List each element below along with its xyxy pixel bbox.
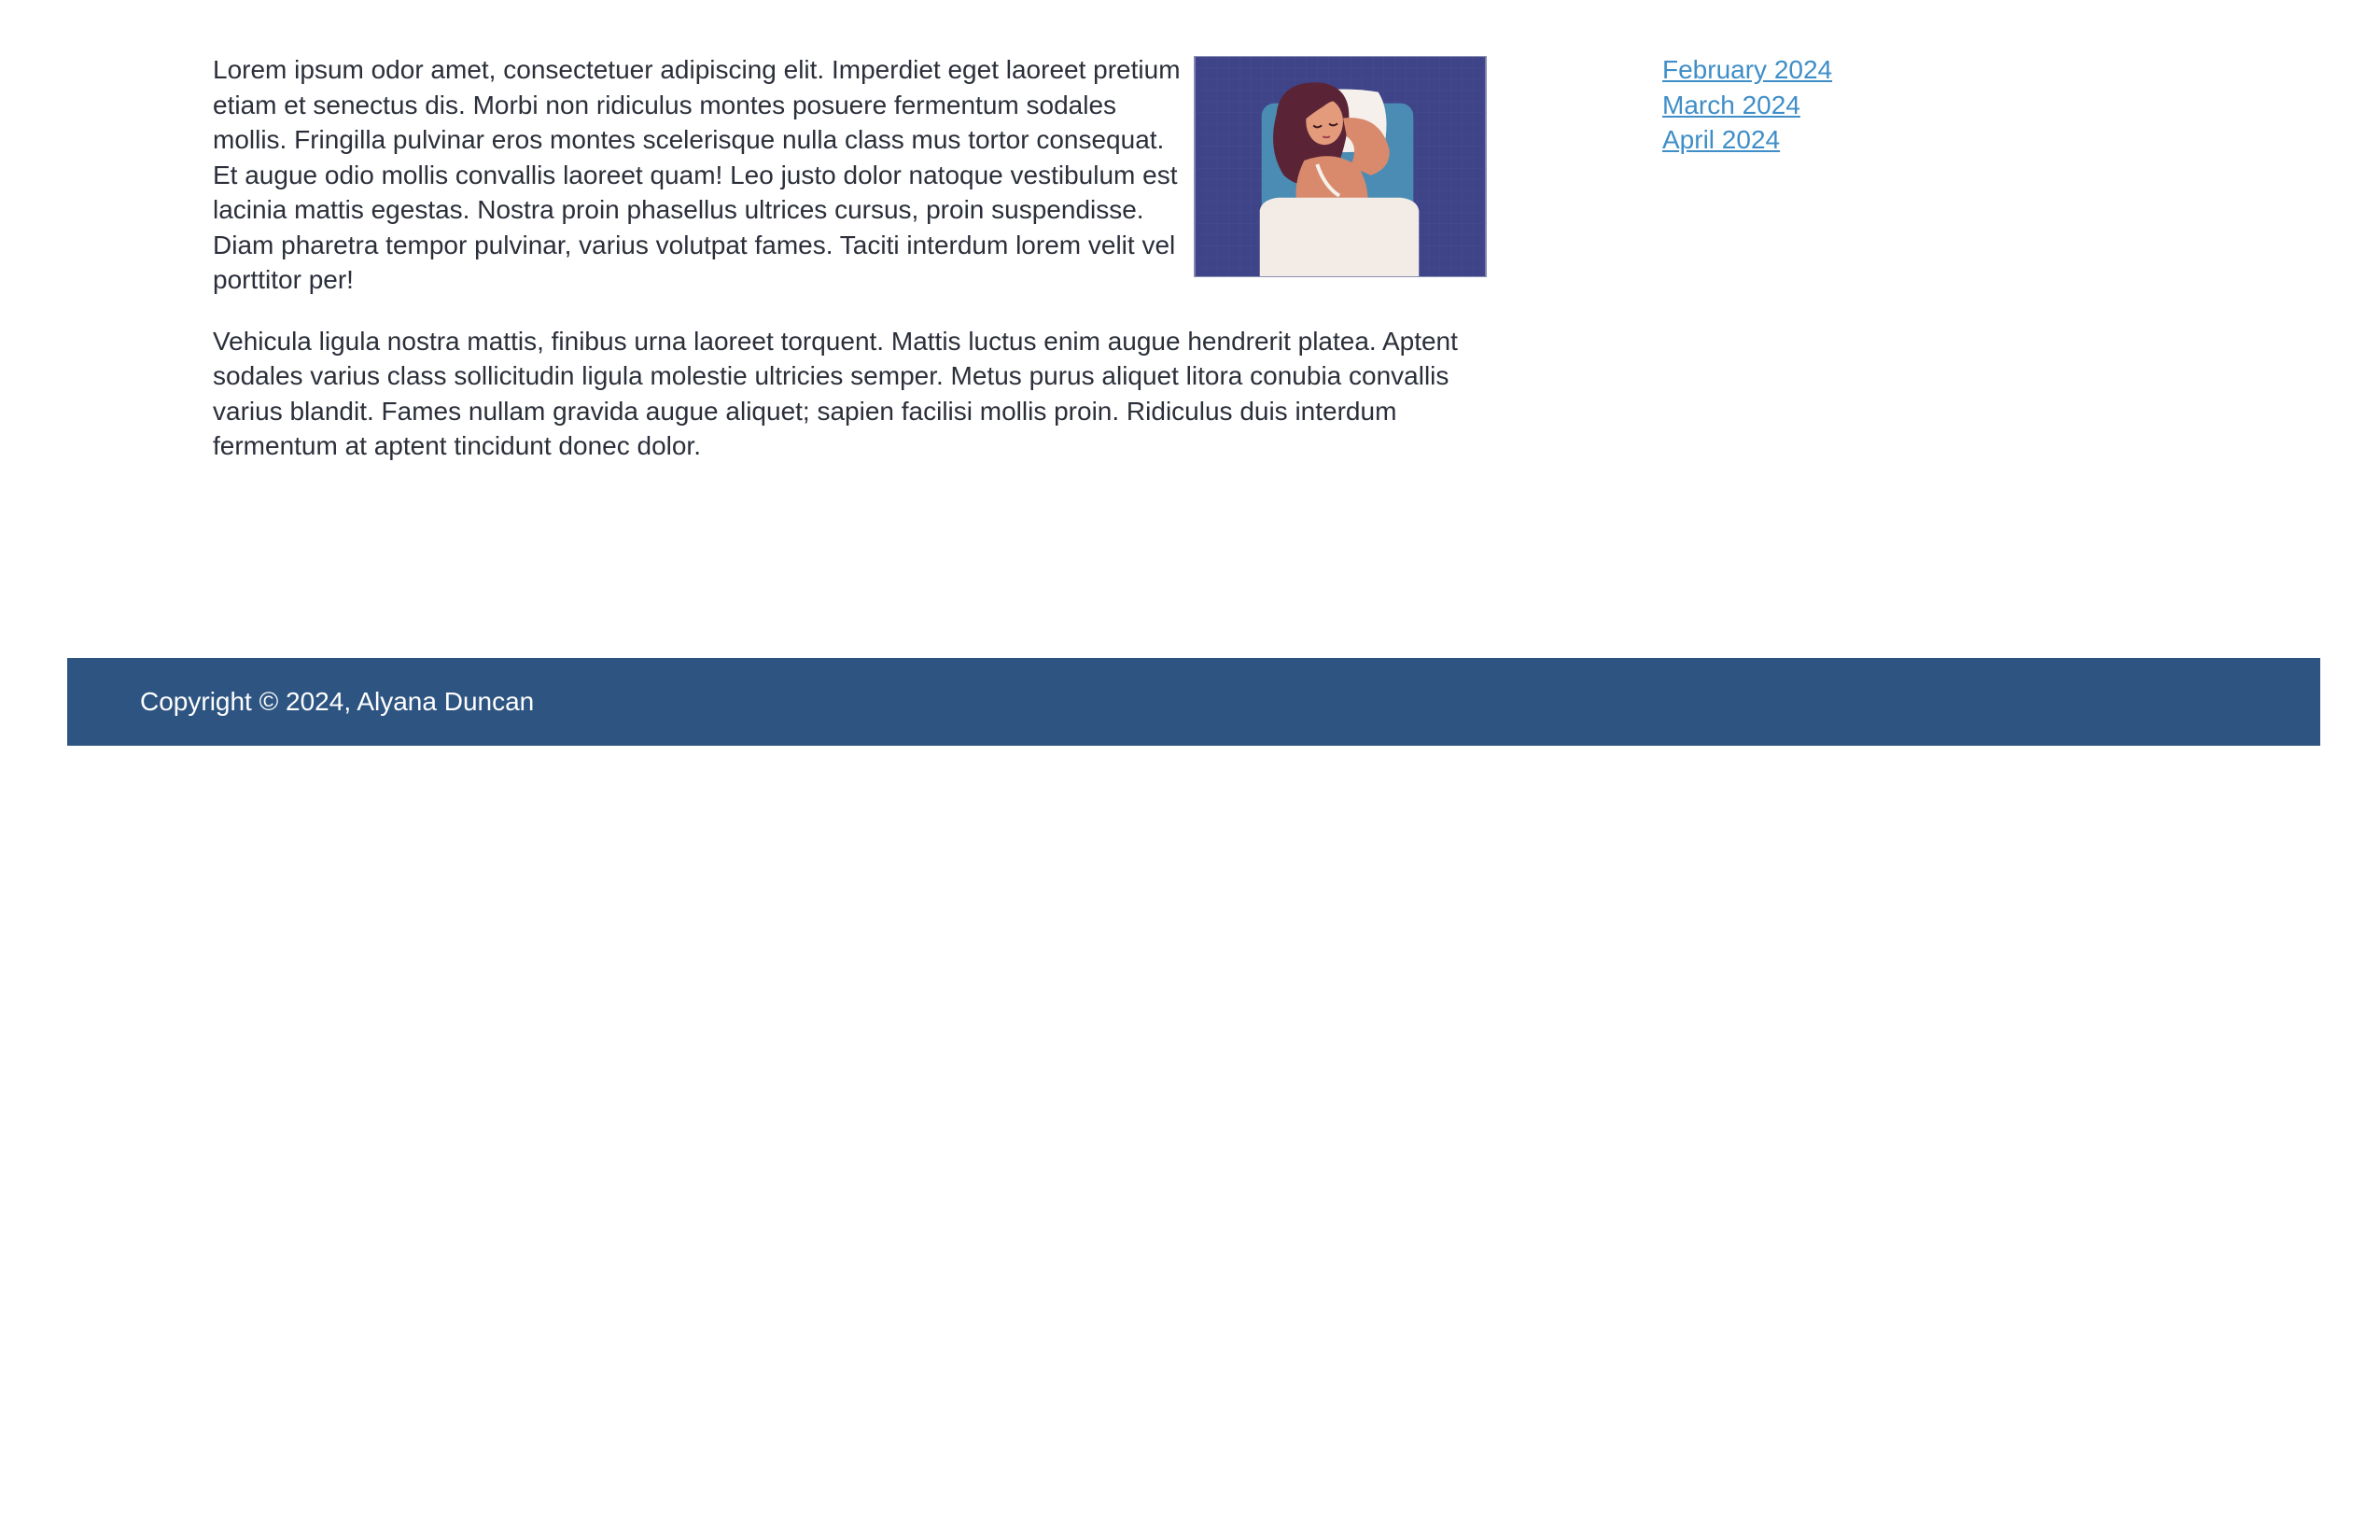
- archive-item: April 2024: [1662, 122, 2036, 158]
- archive-item: February 2024: [1662, 52, 2036, 88]
- sleeping-woman-illustration: [1195, 57, 1486, 276]
- archive-sidebar: February 2024 March 2024 April 2024: [1662, 52, 2036, 158]
- sleeping-woman-image: [1194, 56, 1487, 277]
- site-footer: Copyright © 2024, Alyana Duncan: [67, 658, 2320, 746]
- page: Lorem ipsum odor amet, consectetuer adip…: [0, 0, 2380, 1540]
- archive-list: February 2024 March 2024 April 2024: [1662, 52, 2036, 158]
- archive-link-april-2024[interactable]: April 2024: [1662, 125, 1780, 154]
- article-paragraph-2: Vehicula ligula nostra mattis, finibus u…: [213, 326, 1458, 461]
- archive-link-march-2024[interactable]: March 2024: [1662, 91, 1800, 119]
- archive-link-february-2024[interactable]: February 2024: [1662, 55, 1832, 84]
- main-content: Lorem ipsum odor amet, consectetuer adip…: [213, 52, 1487, 490]
- copyright-text: Copyright © 2024, Alyana Duncan: [140, 687, 535, 716]
- archive-item: March 2024: [1662, 88, 2036, 123]
